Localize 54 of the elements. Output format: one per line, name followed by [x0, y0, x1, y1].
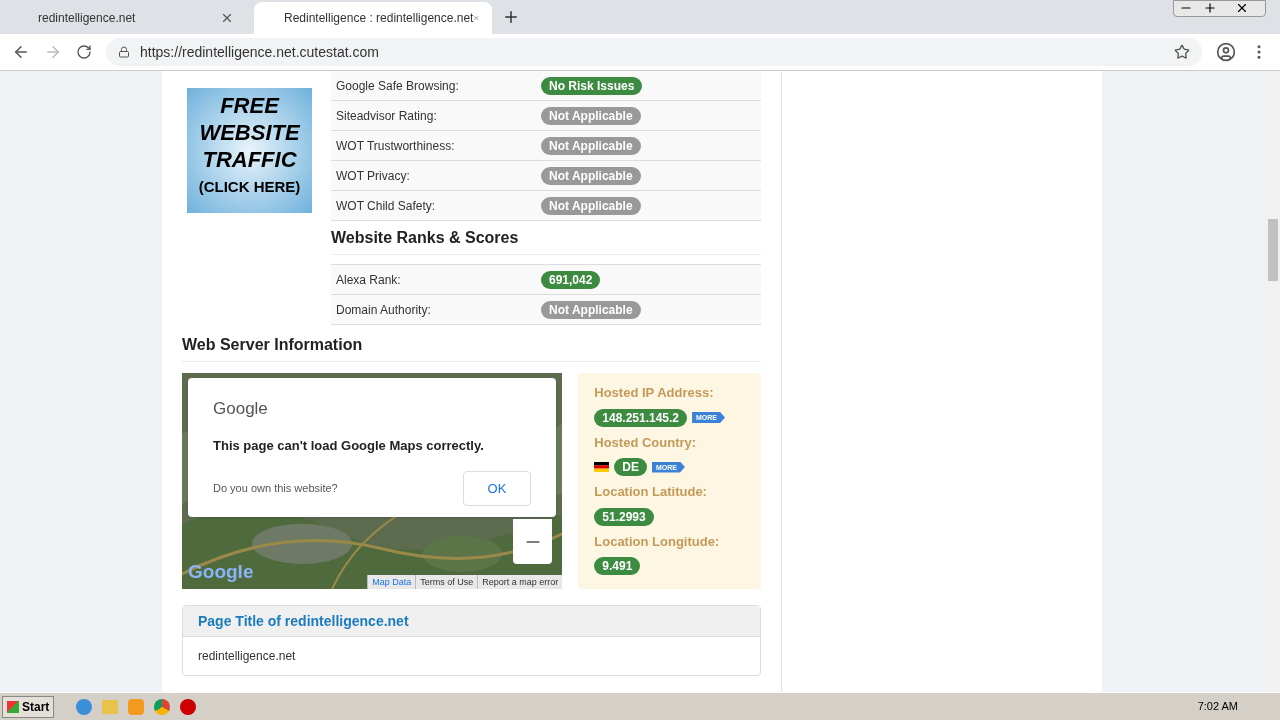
map-logo: Google [188, 559, 254, 584]
start-button[interactable]: Start [2, 695, 55, 718]
address-bar[interactable]: https://redintelligence.net.cutestat.com [106, 38, 1202, 66]
status-badge: 9.491 [594, 557, 641, 575]
error-message: This page can't load Google Maps correctly. [213, 436, 485, 455]
scrollbar-thumb[interactable] [1268, 219, 1278, 281]
status-badge: 51.2993 [594, 507, 654, 526]
clock-text: 7:02 AM [1197, 699, 1238, 715]
brand-text: Google [213, 398, 269, 420]
banner-text: WEBSITE [199, 119, 300, 146]
row-label: WOT Privacy: [335, 167, 411, 185]
browser-icon[interactable] [76, 698, 93, 715]
status-badge: Not Applicable [541, 166, 641, 185]
card-text: redintelligence.net [197, 648, 297, 665]
stop-icon[interactable] [180, 698, 197, 715]
status-badge: Not Applicable [541, 106, 641, 125]
chrome-icon[interactable] [154, 698, 171, 715]
profile-icon[interactable] [1216, 42, 1236, 62]
row-label: WOT Child Safety: [335, 197, 437, 215]
status-badge: Not Applicable [541, 136, 641, 155]
row-label: Google Safe Browsing: [335, 77, 460, 95]
row-label: Alexa Rank: [335, 271, 402, 289]
info-label: Location Longitude: [594, 532, 721, 551]
status-badge: 148.251.145.2 [594, 408, 688, 427]
lock-icon [118, 46, 130, 58]
section-heading: Web Server Information [182, 333, 761, 362]
info-label: Hosted Country: [594, 433, 698, 452]
status-badge: DE [614, 458, 647, 476]
browser-tab[interactable]: Redintelligence : redintelligence.net [254, 2, 492, 34]
status-badge: Not Applicable [541, 196, 641, 215]
map-footer-link[interactable]: Terms of Use [415, 575, 478, 589]
row-label: WOT Trustworthiness: [335, 137, 456, 155]
banner-text: FREE [220, 92, 279, 119]
question-text: Do you own this website? [213, 481, 338, 497]
banner-text: TRAFFIC [202, 146, 297, 173]
window-controls[interactable] [1173, 0, 1266, 17]
row-label: Domain Authority: [335, 301, 432, 319]
new-tab-icon[interactable] [502, 8, 520, 26]
star-icon[interactable] [1174, 44, 1190, 60]
status-badge: 691,042 [541, 270, 601, 289]
reload-icon[interactable] [76, 44, 92, 60]
back-icon[interactable] [12, 43, 30, 61]
info-label: Location Latitude: [594, 483, 708, 501]
map-footer-link[interactable]: Report a map error [477, 575, 563, 589]
ad-banner[interactable]: FREE WEBSITE TRAFFIC (CLICK HERE) [187, 88, 312, 213]
map-footer-link[interactable]: Map Data [367, 575, 416, 589]
card-heading: Page Title of redintelligence.net [183, 606, 760, 637]
ok-button[interactable]: OK [463, 471, 531, 506]
section-heading: Website Ranks & Scores [331, 221, 761, 255]
info-label: Hosted IP Address: [594, 384, 715, 402]
status-badge: Not Applicable [541, 300, 641, 319]
row-label: Siteadvisor Rating: [335, 107, 438, 125]
status-badge: No Risk Issues [541, 76, 643, 95]
banner-cta: (CLICK HERE) [198, 177, 301, 197]
